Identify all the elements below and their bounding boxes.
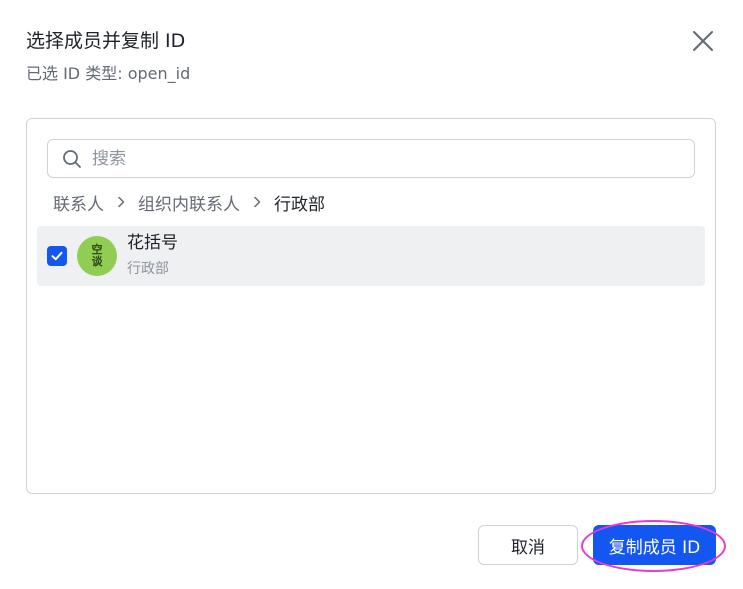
avatar: 空 谈	[77, 236, 117, 276]
select-member-dialog: 选择成员并复制 ID 已选 ID 类型: open_id 联系人 组织内联系人 …	[0, 0, 743, 589]
search-input[interactable]	[92, 140, 682, 177]
search-box[interactable]	[47, 139, 695, 178]
breadcrumb-item-contacts[interactable]: 联系人	[53, 190, 104, 215]
cancel-button[interactable]: 取消	[478, 525, 578, 565]
checkmark-icon	[51, 251, 63, 261]
chevron-right-icon	[110, 190, 132, 214]
breadcrumb: 联系人 组织内联系人 行政部	[53, 190, 325, 215]
chevron-right-icon	[246, 190, 268, 214]
copy-member-id-button[interactable]: 复制成员 ID	[593, 525, 716, 565]
member-name: 花括号	[127, 233, 178, 253]
breadcrumb-item-current: 行政部	[274, 194, 325, 215]
member-checkbox[interactable]	[47, 246, 67, 266]
search-icon	[63, 150, 81, 168]
member-department: 行政部	[127, 261, 169, 277]
close-icon	[693, 31, 713, 51]
breadcrumb-item-org-contacts[interactable]: 组织内联系人	[138, 190, 240, 215]
dialog-title: 选择成员并复制 ID	[26, 30, 186, 52]
close-button[interactable]	[690, 28, 716, 54]
member-list-item[interactable]: 空 谈 花括号 行政部	[37, 226, 705, 286]
dialog-subtitle: 已选 ID 类型: open_id	[26, 64, 191, 83]
member-picker-panel: 联系人 组织内联系人 行政部 空 谈 花括号 行政部	[26, 118, 716, 494]
avatar-text-line-2: 谈	[91, 255, 103, 268]
